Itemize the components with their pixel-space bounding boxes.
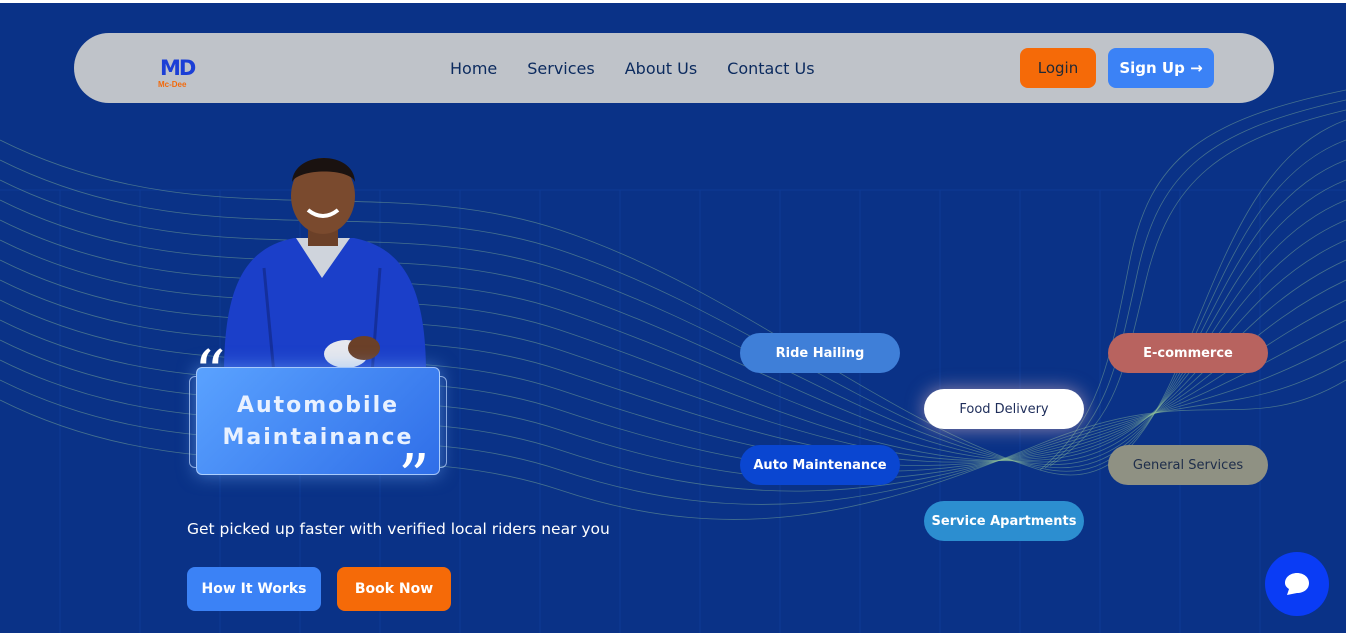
open-quote-icon: “ [194,336,226,409]
how-it-works-button[interactable]: How It Works [187,567,321,611]
nav-services-link[interactable]: Services [527,59,594,78]
nav-home-link[interactable]: Home [450,59,497,78]
signup-button[interactable]: Sign Up → [1108,48,1214,88]
book-now-button[interactable]: Book Now [337,567,451,611]
logo-subtitle: Mc-Dee [158,80,187,89]
service-pill-service-apartments[interactable]: Service Apartments [924,501,1084,541]
navbar: MD Mc-Dee Home Services About Us Contact… [74,33,1274,103]
hero-tagline: Get picked up faster with verified local… [187,520,610,538]
nav-links: Home Services About Us Contact Us [450,33,815,103]
login-button[interactable]: Login [1020,48,1096,88]
service-pill-food-delivery[interactable]: Food Delivery [924,389,1084,429]
chat-button[interactable] [1265,552,1329,616]
service-pill-general-services[interactable]: General Services [1108,445,1268,485]
nav-contact-link[interactable]: Contact Us [727,59,814,78]
mechanic-photo [224,158,426,374]
close-quote-icon: ” [398,440,430,513]
service-pill-ride-hailing[interactable]: Ride Hailing [740,333,900,373]
logo-mark: MD [160,56,196,80]
chat-bubble-icon [1285,573,1309,595]
quote-line-1: Automobile [236,393,400,418]
brand-logo[interactable]: MD Mc-Dee [158,56,198,90]
service-pill-auto-maintenance[interactable]: Auto Maintenance [740,445,900,485]
service-pill-ecommerce[interactable]: E-commerce [1108,333,1268,373]
nav-about-link[interactable]: About Us [625,59,697,78]
